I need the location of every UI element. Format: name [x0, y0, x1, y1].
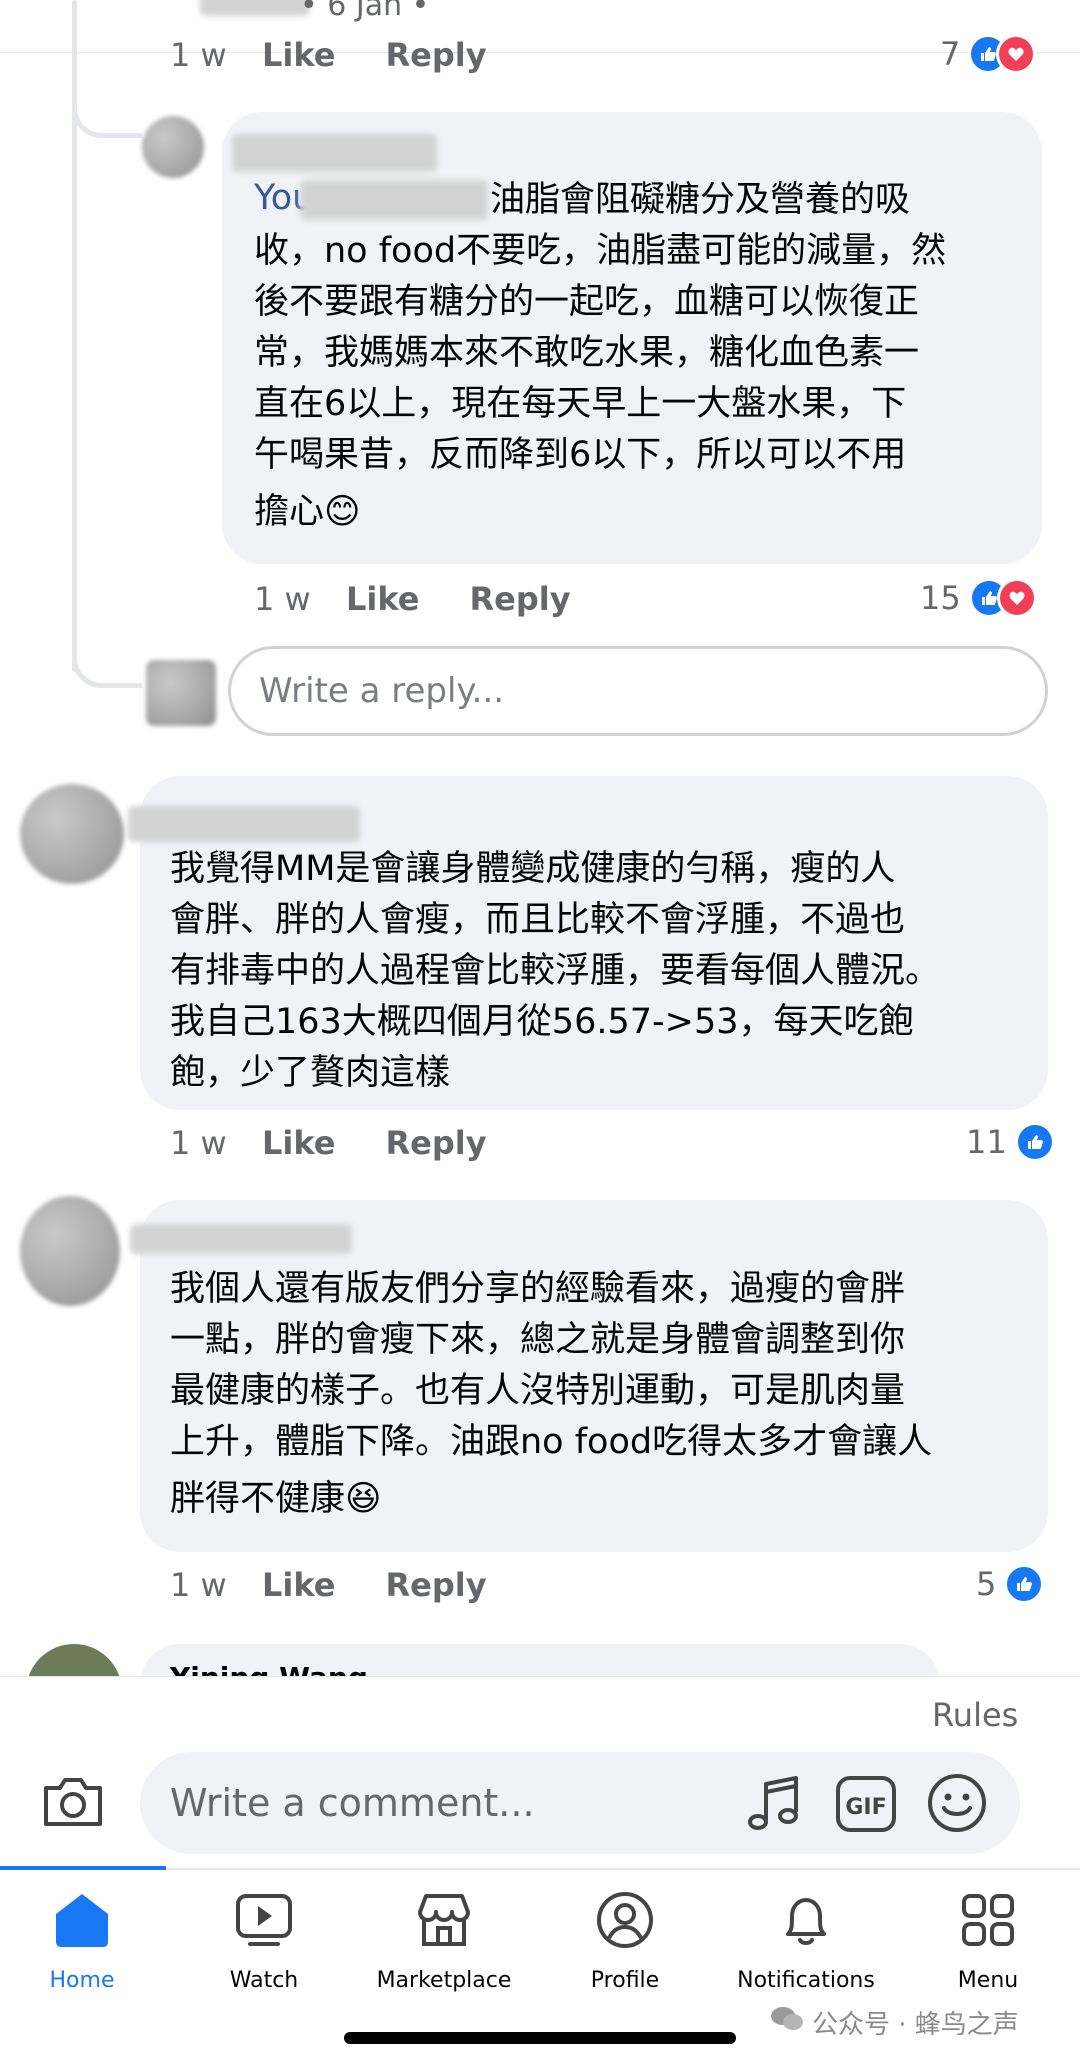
- divider: [0, 52, 1080, 53]
- like-button[interactable]: Like: [262, 1566, 335, 1604]
- blurred-author-name: [128, 806, 360, 842]
- tab-label: Profile: [590, 1968, 660, 1993]
- tab-marketplace[interactable]: Marketplace: [354, 1890, 534, 1993]
- profile-icon: [595, 1890, 655, 1954]
- comment-meta: 1 w Like Reply: [170, 1566, 537, 1604]
- comment-meta: 1 w Like Reply: [254, 580, 621, 618]
- reply-button[interactable]: Reply: [469, 580, 570, 618]
- watermark-text: 公众号 · 蜂鸟之声: [812, 2010, 1019, 2040]
- blurred-author-name: [200, 0, 310, 16]
- menu-grid-icon: [958, 1890, 1018, 1954]
- watch-icon: [234, 1890, 294, 1954]
- svg-text:GIF: GIF: [845, 1795, 886, 1820]
- tab-notifications[interactable]: Notifications: [716, 1890, 896, 1993]
- tab-label: Menu: [957, 1968, 1019, 1993]
- blurred-author-name: [232, 134, 437, 172]
- reaction-number: 11: [966, 1123, 1007, 1161]
- tab-label: Marketplace: [376, 1968, 512, 1993]
- music-note-icon[interactable]: [744, 1772, 804, 1836]
- reply-placeholder: Write a reply...: [259, 671, 505, 711]
- tab-label: Home: [49, 1968, 115, 1993]
- comment-time: 1 w: [254, 580, 311, 618]
- comment-time: 1 w: [170, 36, 227, 74]
- marketplace-icon: [414, 1890, 474, 1954]
- home-icon: [52, 1890, 112, 1954]
- like-button[interactable]: Like: [262, 36, 335, 74]
- comment-text: 我個人還有版友們分享的經驗看來，過瘦的會胖 一點，胖的會瘦下來，總之就是身體會調…: [170, 1269, 933, 1519]
- reaction-number: 5: [976, 1565, 997, 1603]
- comment-time: 1 w: [170, 1566, 227, 1604]
- bell-icon: [776, 1890, 836, 1954]
- like-reaction-icon: [1004, 1564, 1045, 1604]
- comment-text: 我覺得MM是會讓身體變成健康的勻稱，瘦的人 會胖、胖的人會瘦，而且比較不會浮腫，…: [170, 849, 941, 1093]
- love-reaction-icon: [996, 578, 1037, 618]
- divider: [0, 1676, 1080, 1677]
- my-avatar: [146, 660, 216, 726]
- reaction-number: 7: [940, 35, 961, 73]
- tab-menu[interactable]: Menu: [898, 1890, 1078, 1993]
- home-indicator: [344, 2032, 736, 2044]
- gif-icon[interactable]: GIF: [834, 1774, 898, 1834]
- tab-watch[interactable]: Watch: [174, 1890, 354, 1993]
- blurred-author-name: [130, 1224, 352, 1254]
- watermark: 公众号 · 蜂鸟之声: [770, 2004, 1019, 2041]
- thread-connector: [72, 90, 142, 138]
- avatar[interactable]: [142, 116, 204, 178]
- reaction-count[interactable]: 11: [966, 1122, 1055, 1162]
- tab-label: Notifications: [737, 1968, 875, 1993]
- comment-meta: 1 w Like Reply: [170, 1124, 537, 1162]
- like-reaction-icon: [1014, 1122, 1055, 1162]
- prev-comment-meta: 1 w Like Reply: [170, 36, 537, 74]
- reaction-count[interactable]: 5: [976, 1564, 1045, 1604]
- comment-placeholder: Write a comment...: [170, 1781, 535, 1825]
- reply-input[interactable]: Write a reply...: [228, 646, 1048, 736]
- wechat-icon: [770, 2005, 804, 2040]
- reaction-count[interactable]: 15: [920, 578, 1037, 618]
- camera-icon[interactable]: [40, 1772, 106, 1832]
- reaction-number: 15: [920, 579, 961, 617]
- avatar[interactable]: [20, 784, 124, 884]
- like-button[interactable]: Like: [346, 580, 419, 618]
- emoji-icon[interactable]: [926, 1772, 988, 1834]
- avatar[interactable]: [20, 1196, 120, 1306]
- reply-button[interactable]: Reply: [385, 1124, 486, 1162]
- reply-button[interactable]: Reply: [385, 36, 486, 74]
- previous-post-meta: • 6 Jan •: [300, 0, 430, 23]
- reaction-count[interactable]: 7: [940, 34, 1037, 74]
- tab-home[interactable]: Home: [0, 1890, 172, 1993]
- reply-button[interactable]: Reply: [385, 1566, 486, 1604]
- tab-profile[interactable]: Profile: [535, 1890, 715, 1993]
- active-tab-indicator: [0, 1866, 166, 1870]
- comment-text: 油脂會阻礙糖分及營養的吸 收，no food不要吃，油脂盡可能的減量，然 後不要…: [254, 180, 947, 532]
- comment-time: 1 w: [170, 1124, 227, 1162]
- tab-label: Watch: [229, 1968, 299, 1993]
- like-button[interactable]: Like: [262, 1124, 335, 1162]
- rules-link[interactable]: Rules: [932, 1696, 1018, 1734]
- thread-connector: [72, 640, 142, 688]
- love-reaction-icon: [996, 34, 1037, 74]
